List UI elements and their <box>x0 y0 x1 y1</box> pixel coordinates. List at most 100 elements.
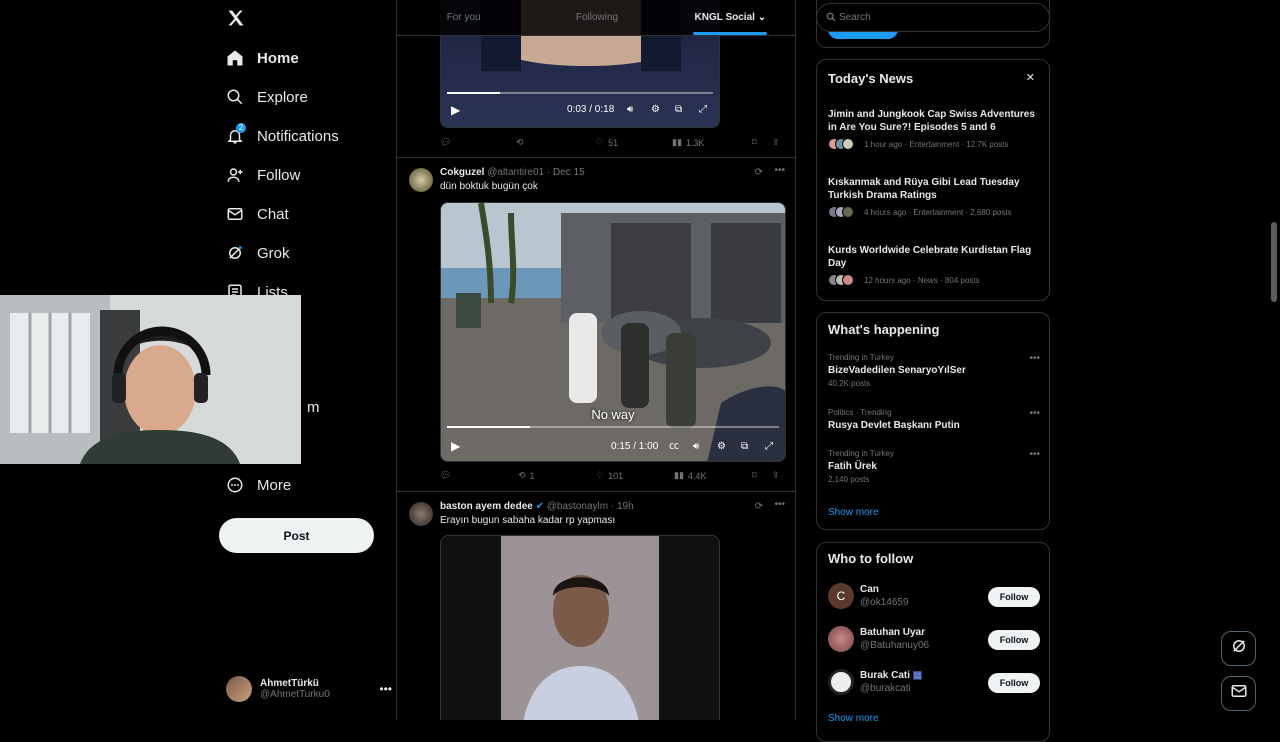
trend-item[interactable]: Trending in Turkey Fatih Ürek 2,140 post… <box>828 449 1040 484</box>
news-title: Kurds Worldwide Celebrate Kurdistan Flag… <box>828 245 1032 269</box>
sidebar-item-home[interactable]: Home <box>226 41 299 75</box>
author-handle[interactable]: @bastonaylm <box>547 501 608 512</box>
sidebar-item-grok[interactable]: Grok <box>226 236 290 270</box>
sidebar-item-label: Follow <box>257 166 301 184</box>
news-meta: 4 hours ago · Entertainment · 2,680 post… <box>864 207 1012 217</box>
bookmark-icon[interactable]: ⌑ <box>752 137 757 148</box>
tab-following[interactable]: Following <box>530 0 663 35</box>
post-actions: 💬︎ ⟲ 1 ♡ 101 ▮▮ 4.4K ⌑ ⇪ <box>440 470 787 484</box>
search-input[interactable]: Search <box>816 3 1050 32</box>
volume-icon[interactable]: 🔊︎ <box>693 441 699 452</box>
post-button[interactable]: Post <box>219 518 374 553</box>
sidebar-item-follow[interactable]: Follow <box>226 158 300 192</box>
post-meta: baston ayem dedee ✔ @bastonaylm · 19h <box>440 501 634 512</box>
account-switcher[interactable]: AhmetTürkü @AhmetTurku0 ••• <box>226 676 392 702</box>
more-dots-icon[interactable]: ••• <box>1029 449 1040 460</box>
like-button[interactable]: ♡ 101 <box>596 470 623 481</box>
chevron-down-icon: ⌄ <box>757 12 767 23</box>
whats-happening: What's happening Trending in Turkey Bize… <box>816 312 1050 530</box>
share-icon[interactable]: ⇪ <box>772 470 780 481</box>
post[interactable]: Cokguzel @altantire01 · Dec 15 ⟳ ••• dün… <box>397 158 795 492</box>
settings-gear-icon[interactable]: ⚙ <box>717 441 726 452</box>
sidebar-item-explore[interactable]: Explore <box>226 80 308 114</box>
play-icon[interactable]: ▶ <box>451 103 460 117</box>
scrollbar[interactable] <box>1271 222 1277 302</box>
news-item[interactable]: Jimin and Jungkook Cap Swiss Adventures … <box>828 108 1038 150</box>
x-logo-icon[interactable] <box>226 8 246 28</box>
share-icon[interactable]: ⇪ <box>772 137 780 148</box>
follow-suggestion[interactable]: Burak Cati ▦ @burakcati Follow <box>828 669 1040 697</box>
captions-icon[interactable]: ㏄ <box>669 437 679 452</box>
more-dots-icon[interactable]: ••• <box>1029 353 1040 364</box>
play-icon[interactable]: ▶ <box>451 439 460 453</box>
volume-icon[interactable]: 🔊︎ <box>627 104 633 115</box>
like-button[interactable]: ♡ 51 <box>596 137 618 148</box>
sidebar-item-notifications[interactable]: 2 Notifications <box>226 119 339 153</box>
messages-fab[interactable] <box>1221 676 1256 711</box>
views-button[interactable]: ▮▮ 4.4K <box>674 470 706 481</box>
bookmark-icon[interactable]: ⌑ <box>752 470 757 481</box>
news-item[interactable]: Kıskanmak and Rüya Gibi Lead Tuesday Tur… <box>828 176 1038 218</box>
news-item[interactable]: Kurds Worldwide Celebrate Kurdistan Flag… <box>828 244 1038 286</box>
follow-suggestion[interactable]: Batuhan Uyar @Batuhanuy06 Follow <box>828 626 1040 654</box>
follow-suggestion[interactable]: C Can @ok14659 Follow <box>828 583 1040 611</box>
post-video[interactable]: No way ▶ 0:15 / 1:00 ㏄ 🔊︎ ⚙ ⧉ ⤢ <box>440 202 786 462</box>
user-handle: @burakcati <box>860 683 911 694</box>
grok-icon[interactable]: ⟳ <box>755 167 763 178</box>
repost-button[interactable]: ⟲ 1 <box>518 470 535 481</box>
more-dots-icon[interactable]: ••• <box>774 499 785 510</box>
sidebar-item-more[interactable]: More <box>226 468 291 502</box>
author-name[interactable]: baston ayem dedee <box>440 501 533 512</box>
reply-icon[interactable]: 💬︎ <box>440 137 451 148</box>
pip-icon[interactable]: ⧉ <box>675 104 682 115</box>
sidebar-item-chat[interactable]: Chat <box>226 197 289 231</box>
post[interactable]: baston ayem dedee ✔ @bastonaylm · 19h ⟳ … <box>397 492 795 720</box>
video-progress[interactable] <box>447 92 713 94</box>
tab-for-you[interactable]: For you <box>397 0 530 35</box>
notification-badge: 2 <box>236 123 246 133</box>
repost-count: 1 <box>529 470 535 481</box>
show-more-link[interactable]: Show more <box>828 713 879 724</box>
grok-fab[interactable] <box>1221 631 1256 666</box>
tab-kngl-social[interactable]: KNGL Social ⌄ <box>664 0 795 35</box>
more-dots-icon[interactable]: ••• <box>379 682 392 696</box>
reply-icon[interactable]: 💬︎ <box>440 470 451 481</box>
fullscreen-icon[interactable]: ⤢ <box>765 441 773 452</box>
follow-button[interactable]: Follow <box>988 630 1040 650</box>
post-date[interactable]: 19h <box>617 501 634 512</box>
todays-news: Today's News ✕ Jimin and Jungkook Cap Sw… <box>816 59 1050 301</box>
follow-button[interactable]: Follow <box>988 587 1040 607</box>
trend-title: BizeVadedilen SenaryoYılSer <box>828 365 966 376</box>
post-video[interactable] <box>440 535 720 720</box>
video-caption: No way <box>591 407 635 422</box>
avatar <box>828 626 854 652</box>
trend-item[interactable]: Trending in Turkey BizeVadedilen Senaryo… <box>828 353 1040 388</box>
more-dots-icon[interactable]: ••• <box>774 165 785 176</box>
close-icon[interactable]: ✕ <box>1026 71 1035 84</box>
video-progress[interactable] <box>447 426 779 428</box>
author-handle[interactable]: @altantire01 <box>487 167 544 178</box>
settings-gear-icon[interactable]: ⚙ <box>651 104 660 115</box>
more-dots-icon[interactable]: ••• <box>1029 408 1040 419</box>
mail-icon <box>1230 682 1248 705</box>
grok-icon[interactable]: ⟳ <box>755 501 763 512</box>
views-button[interactable]: ▮▮ 1.3K <box>672 137 704 148</box>
avatar: C <box>828 583 854 609</box>
repost-icon[interactable]: ⟲ <box>516 137 524 148</box>
pip-icon[interactable]: ⧉ <box>741 441 748 452</box>
fullscreen-icon[interactable]: ⤢ <box>699 104 707 115</box>
post-date[interactable]: Dec 15 <box>553 167 585 178</box>
account-name: AhmetTürkü <box>260 678 319 689</box>
sidebar-item-label: Chat <box>257 205 289 223</box>
search-placeholder: Search <box>839 12 871 23</box>
author-name[interactable]: Cokguzel <box>440 167 484 178</box>
avatar[interactable] <box>409 502 433 526</box>
timeline-tabs: For you Following KNGL Social ⌄ <box>397 0 795 36</box>
show-more-link[interactable]: Show more <box>828 507 879 518</box>
follow-button[interactable]: Follow <box>988 673 1040 693</box>
avatar[interactable] <box>409 168 433 192</box>
section-title: Today's News <box>828 71 914 86</box>
news-meta: 1 hour ago · Entertainment · 12.7K posts <box>864 139 1009 149</box>
trend-item[interactable]: Politics · Trending Rusya Devlet Başkanı… <box>828 408 1040 431</box>
user-name: Can <box>860 584 879 595</box>
